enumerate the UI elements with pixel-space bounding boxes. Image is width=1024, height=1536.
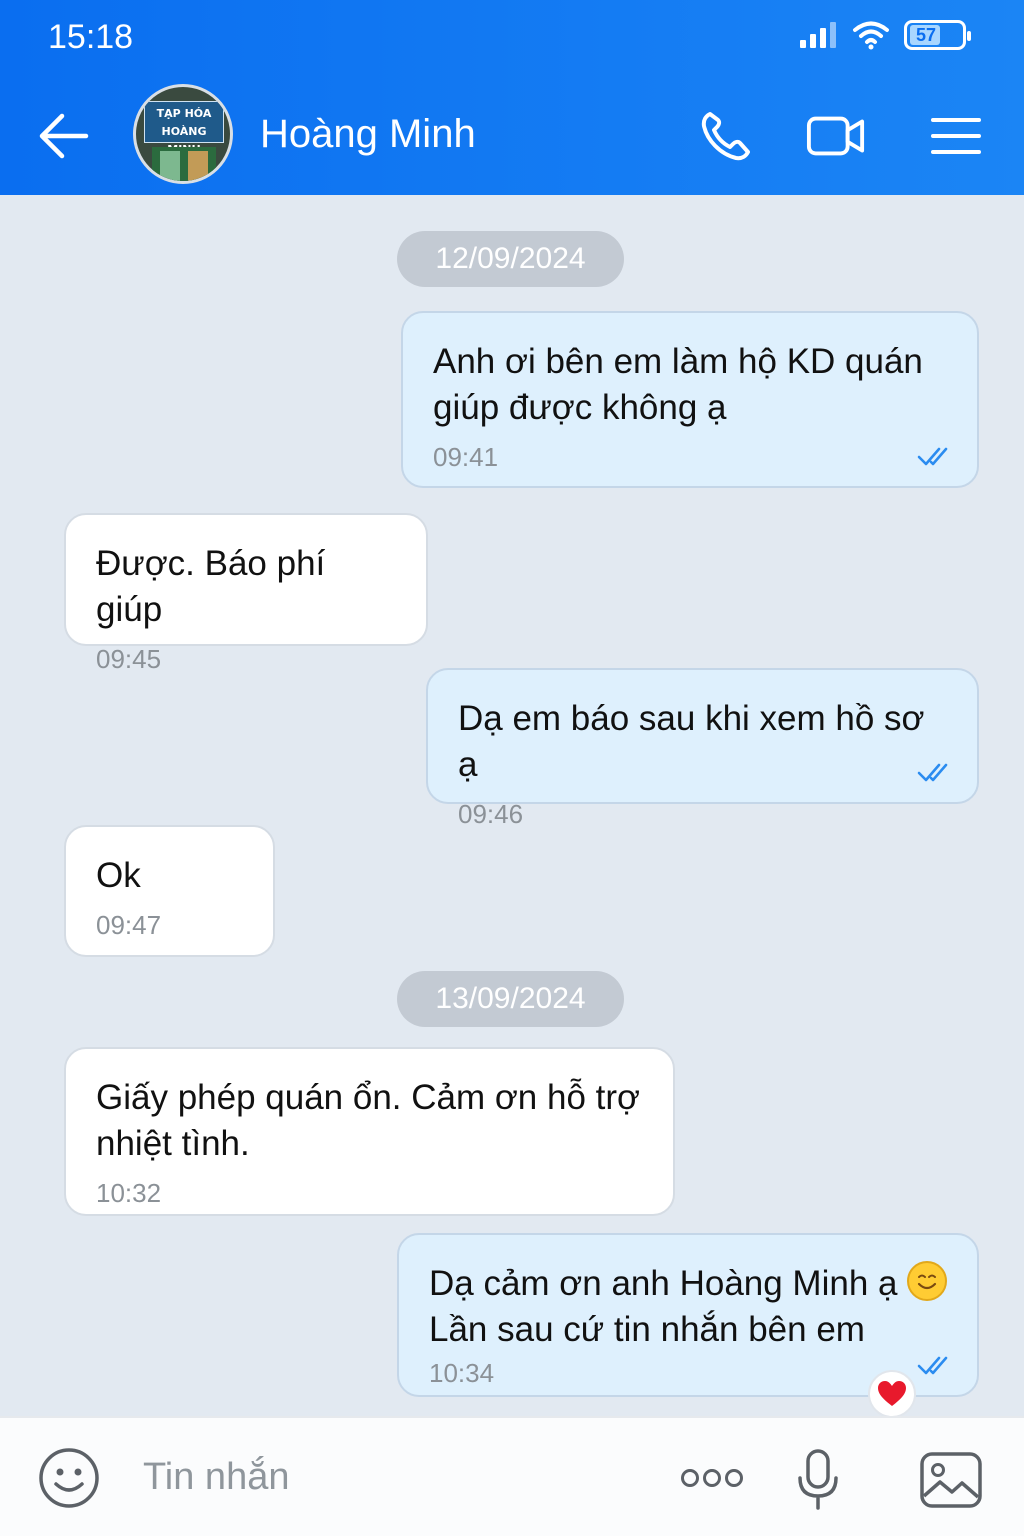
message-text: Được. Báo phí giúp <box>96 544 326 629</box>
message-text: Dạ em báo sau khi xem hồ sơ ạ <box>458 699 925 784</box>
heart-reaction-icon[interactable] <box>868 1370 916 1418</box>
double-check-icon <box>917 763 948 782</box>
status-time: 15:18 <box>48 18 134 56</box>
message-text: Anh ơi bên em làm hộ KD quán giúp được k… <box>433 342 923 427</box>
chat-header: 15:18 57 TẠP HÓAHOÀNG MINH Hoàng Minh <box>0 0 1024 195</box>
status-icons: 57 <box>798 20 971 50</box>
double-check-icon <box>917 447 948 466</box>
message-time: 10:32 <box>96 1178 162 1208</box>
message-incoming[interactable]: Ok 09:47 <box>64 825 275 957</box>
avatar-shopfront <box>152 147 216 181</box>
back-arrow-icon[interactable] <box>38 110 90 162</box>
menu-icon[interactable] <box>926 108 986 164</box>
signal-icon <box>800 22 836 48</box>
message-text: Giấy phép quán ổn. Cảm ơn hỗ trợ nhiệt t… <box>96 1078 640 1163</box>
message-time: 09:47 <box>96 910 162 940</box>
message-time: 09:46 <box>458 799 524 829</box>
image-gallery-icon[interactable] <box>918 1450 984 1510</box>
more-options-icon[interactable] <box>680 1466 744 1490</box>
avatar-sign: TẠP HÓAHOÀNG MINH <box>144 101 224 156</box>
wifi-icon <box>853 21 889 50</box>
contact-name[interactable]: Hoàng Minh <box>260 112 476 157</box>
message-time: 09:41 <box>433 442 499 472</box>
phone-call-icon[interactable] <box>698 108 758 164</box>
date-divider: 13/09/2024 <box>397 971 624 1027</box>
emoji-smiley-icon[interactable] <box>37 1446 101 1510</box>
message-text-line: Lần sau cứ tin nhắn bên em <box>429 1310 865 1349</box>
message-time: 09:45 <box>96 644 162 674</box>
avatar[interactable]: TẠP HÓAHOÀNG MINH <box>133 84 233 184</box>
battery-icon: 57 <box>904 20 971 50</box>
microphone-icon[interactable] <box>795 1448 841 1512</box>
message-input-bar: Tin nhắn <box>0 1416 1024 1536</box>
smiling-face-emoji-icon <box>907 1261 948 1301</box>
date-divider: 12/09/2024 <box>397 231 624 287</box>
message-text: Ok <box>96 856 141 895</box>
message-text-line: Dạ cảm ơn anh Hoàng Minh ạ <box>429 1264 898 1303</box>
message-incoming[interactable]: Được. Báo phí giúp 09:45 <box>64 513 428 674</box>
battery-level: 57 <box>910 25 940 45</box>
message-outgoing[interactable]: Anh ơi bên em làm hộ KD quán giúp được k… <box>401 311 979 488</box>
message-text: Dạ cảm ơn anh Hoàng Minh ạ <box>429 1261 949 1307</box>
message-input[interactable]: Tin nhắn <box>143 1456 289 1499</box>
video-call-icon[interactable] <box>806 108 866 164</box>
message-outgoing[interactable]: Dạ em báo sau khi xem hồ sơ ạ 09:46 <box>426 668 979 829</box>
double-check-icon <box>917 1356 948 1375</box>
message-incoming[interactable]: Giấy phép quán ổn. Cảm ơn hỗ trợ nhiệt t… <box>64 1047 675 1216</box>
